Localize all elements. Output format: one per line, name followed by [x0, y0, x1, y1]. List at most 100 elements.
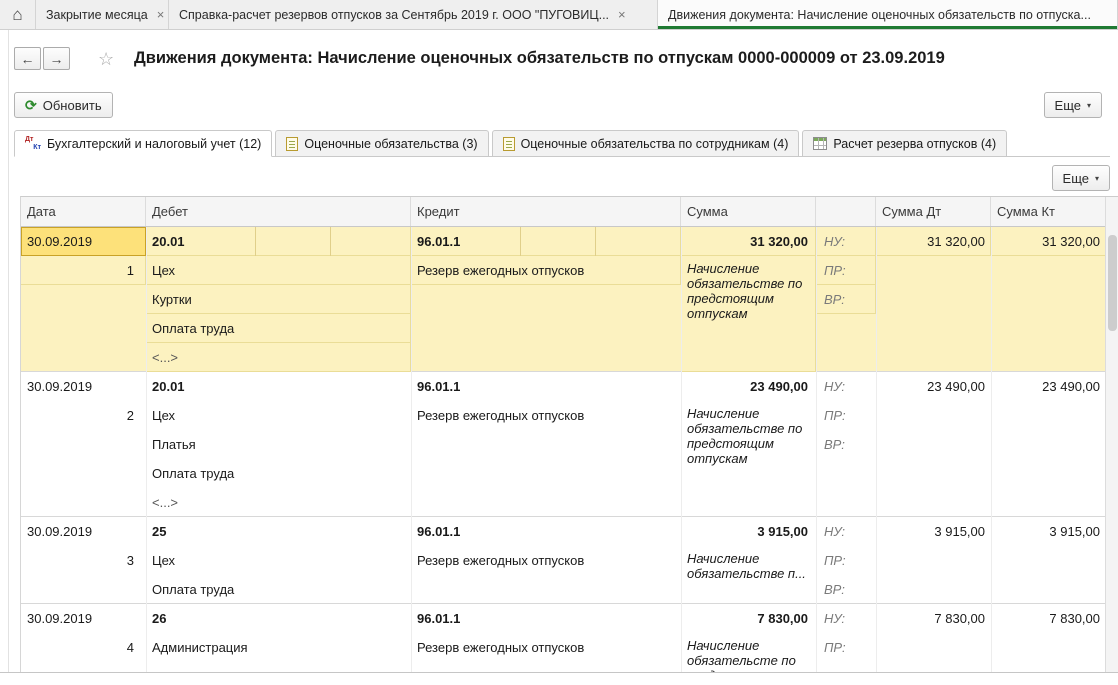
cell-debit-subconto[interactable]: Цех — [146, 256, 411, 285]
cell-sum[interactable]: 23 490,00 — [681, 372, 816, 401]
window-tab-reserve-report[interactable]: Справка-расчет резервов отпусков за Сент… — [169, 0, 658, 29]
scrollbar-thumb[interactable] — [1108, 235, 1117, 331]
cell-sum-dt[interactable]: 3 915,00 — [876, 517, 991, 546]
cell-sum-kt[interactable]: 3 915,00 — [991, 517, 1106, 546]
cell-debit-account[interactable]: 26 — [146, 604, 411, 633]
cell-vr-label[interactable]: ВР: — [816, 430, 876, 459]
tab-vacation-reserve-calc[interactable]: Расчет резерва отпусков (4) — [802, 130, 1007, 156]
table-row[interactable]: 30.09.2019 2 20.01 Цех Платья Оплата тру… — [21, 372, 1106, 517]
window-tab-label: Закрытие месяца — [46, 8, 148, 22]
cell-date[interactable]: 30.09.2019 — [21, 604, 146, 633]
refresh-icon: ⟳ — [25, 97, 37, 114]
cell-nu-label[interactable]: НУ: — [816, 517, 876, 546]
cell-row-number[interactable]: 2 — [21, 401, 146, 430]
dtkt-icon: ДтКт — [25, 136, 41, 151]
back-arrow-icon: ← — [21, 51, 35, 67]
window-tab-label: Справка-расчет резервов отпусков за Сент… — [179, 8, 609, 22]
tab-estimated-liabilities[interactable]: Оценочные обязательства (3) — [275, 130, 488, 156]
cell-nu-label[interactable]: НУ: — [816, 372, 876, 401]
cell-debit-subconto[interactable]: Оплата труда — [146, 575, 411, 604]
cell-credit-account[interactable]: 96.01.1 — [411, 227, 681, 256]
cell-sum-kt[interactable]: 31 320,00 — [991, 227, 1106, 256]
favorite-star-icon[interactable]: ☆ — [98, 49, 114, 70]
table-row[interactable]: 30.09.2019 3 25 Цех Оплата труда 96.01.1… — [21, 517, 1106, 604]
more-button-top[interactable]: Еще ▾ — [1044, 92, 1102, 118]
document-list-icon — [503, 137, 515, 151]
vertical-scrollbar[interactable] — [1105, 197, 1118, 673]
tab-accounting[interactable]: ДтКт Бухгалтерский и налоговый учет (12) — [14, 130, 272, 157]
window-tab-month-closing[interactable]: Закрытие месяца × — [36, 0, 169, 29]
cell-sum-kt[interactable]: 23 490,00 — [991, 372, 1106, 401]
cell-credit-subconto[interactable]: Резерв ежегодных отпусков — [411, 546, 681, 575]
cell-sum[interactable]: 3 915,00 — [681, 517, 816, 546]
cell-debit-subconto[interactable]: <...> — [146, 488, 411, 517]
cell-pr-label[interactable]: ПР: — [816, 633, 876, 662]
cell-description[interactable]: Начисление обязательстве по предстоящим … — [681, 401, 816, 517]
table-header-row: Дата Дебет Кредит Сумма Сумма Дт Сумма К… — [21, 197, 1106, 227]
close-icon[interactable]: × — [618, 7, 626, 22]
column-header-date[interactable]: Дата — [21, 197, 146, 226]
more-button-table[interactable]: Еще ▾ — [1052, 165, 1110, 191]
cell-sum[interactable]: 7 830,00 — [681, 604, 816, 633]
column-header-credit[interactable]: Кредит — [411, 197, 681, 226]
cell-description[interactable]: Начисление обязательсте по предстоящим о… — [681, 633, 816, 673]
back-button[interactable]: ← — [14, 47, 41, 70]
cell-debit-account[interactable]: 20.01 — [146, 372, 411, 401]
close-icon[interactable]: × — [157, 7, 165, 22]
debit-account: 20.01 — [146, 227, 256, 256]
cell-credit-account[interactable]: 96.01.1 — [411, 372, 681, 401]
cell-debit-subconto[interactable]: Куртки — [146, 285, 411, 314]
window-tab-document-movements[interactable]: Движения документа: Начисление оценочных… — [658, 0, 1118, 29]
column-header-debit[interactable]: Дебет — [146, 197, 411, 226]
table-row[interactable]: 30.09.2019 4 26 Администрация 96.01.1 Ре… — [21, 604, 1106, 673]
debit-empty-subcell — [331, 227, 411, 256]
cell-debit-subconto[interactable]: Платья — [146, 430, 411, 459]
cell-debit-account[interactable]: 20.01 — [146, 227, 411, 256]
cell-debit-account[interactable]: 25 — [146, 517, 411, 546]
cell-nu-label[interactable]: НУ: — [816, 604, 876, 633]
cell-credit-subconto[interactable]: Резерв ежегодных отпусков — [411, 256, 681, 285]
column-header-tax[interactable] — [816, 197, 876, 226]
column-header-sum-kt[interactable]: Сумма Кт — [991, 197, 1106, 226]
cell-date[interactable]: 30.09.2019 — [21, 517, 146, 546]
table-row[interactable]: 30.09.2019 1 20.01 Цех Куртки Оплата тру… — [21, 227, 1106, 372]
column-header-sum-dt[interactable]: Сумма Дт — [876, 197, 991, 226]
cell-description[interactable]: Начисление обязательстве по предстоящим … — [681, 256, 816, 372]
cell-nu-label[interactable]: НУ: — [816, 227, 876, 256]
cell-debit-subconto[interactable]: Цех — [146, 401, 411, 430]
forward-button[interactable]: → — [43, 47, 70, 70]
more-label: Еще — [1055, 98, 1081, 113]
page-title: Движения документа: Начисление оценочных… — [134, 49, 945, 68]
cell-vr-label[interactable]: ВР: — [816, 285, 876, 314]
cell-pr-label[interactable]: ПР: — [816, 256, 876, 285]
cell-debit-subconto[interactable]: <...> — [146, 343, 411, 372]
cell-sum-dt[interactable]: 7 830,00 — [876, 604, 991, 633]
cell-sum-dt[interactable]: 31 320,00 — [876, 227, 991, 256]
navigation-row: ← → ☆ Движения документа: Начисление оце… — [0, 30, 1118, 82]
cell-pr-label[interactable]: ПР: — [816, 546, 876, 575]
cell-debit-subconto[interactable]: Администрация — [146, 633, 411, 662]
tab-liabilities-by-employees[interactable]: Оценочные обязательства по сотрудникам (… — [492, 130, 800, 156]
cell-debit-subconto[interactable]: Оплата труда — [146, 459, 411, 488]
cell-sum[interactable]: 31 320,00 — [681, 227, 816, 256]
cell-credit-subconto[interactable]: Резерв ежегодных отпусков — [411, 633, 681, 662]
cell-credit-subconto[interactable]: Резерв ежегодных отпусков — [411, 401, 681, 430]
cell-sum-dt[interactable]: 23 490,00 — [876, 372, 991, 401]
column-header-sum[interactable]: Сумма — [681, 197, 816, 226]
cell-date[interactable]: 30.09.2019 — [21, 227, 146, 256]
cell-vr-label[interactable]: ВР: — [816, 575, 876, 604]
cell-description[interactable]: Начисление обязательстве п... — [681, 546, 816, 604]
active-tab-indicator — [658, 26, 1117, 29]
cell-row-number[interactable]: 3 — [21, 546, 146, 575]
home-tab[interactable]: ⌂ — [0, 0, 36, 29]
refresh-button[interactable]: ⟳ Обновить — [14, 92, 113, 118]
cell-credit-account[interactable]: 96.01.1 — [411, 604, 681, 633]
cell-debit-subconto[interactable]: Цех — [146, 546, 411, 575]
cell-pr-label[interactable]: ПР: — [816, 401, 876, 430]
cell-row-number[interactable]: 4 — [21, 633, 146, 662]
cell-row-number[interactable]: 1 — [21, 256, 146, 285]
cell-credit-account[interactable]: 96.01.1 — [411, 517, 681, 546]
cell-sum-kt[interactable]: 7 830,00 — [991, 604, 1106, 633]
cell-date[interactable]: 30.09.2019 — [21, 372, 146, 401]
cell-debit-subconto[interactable]: Оплата труда — [146, 314, 411, 343]
